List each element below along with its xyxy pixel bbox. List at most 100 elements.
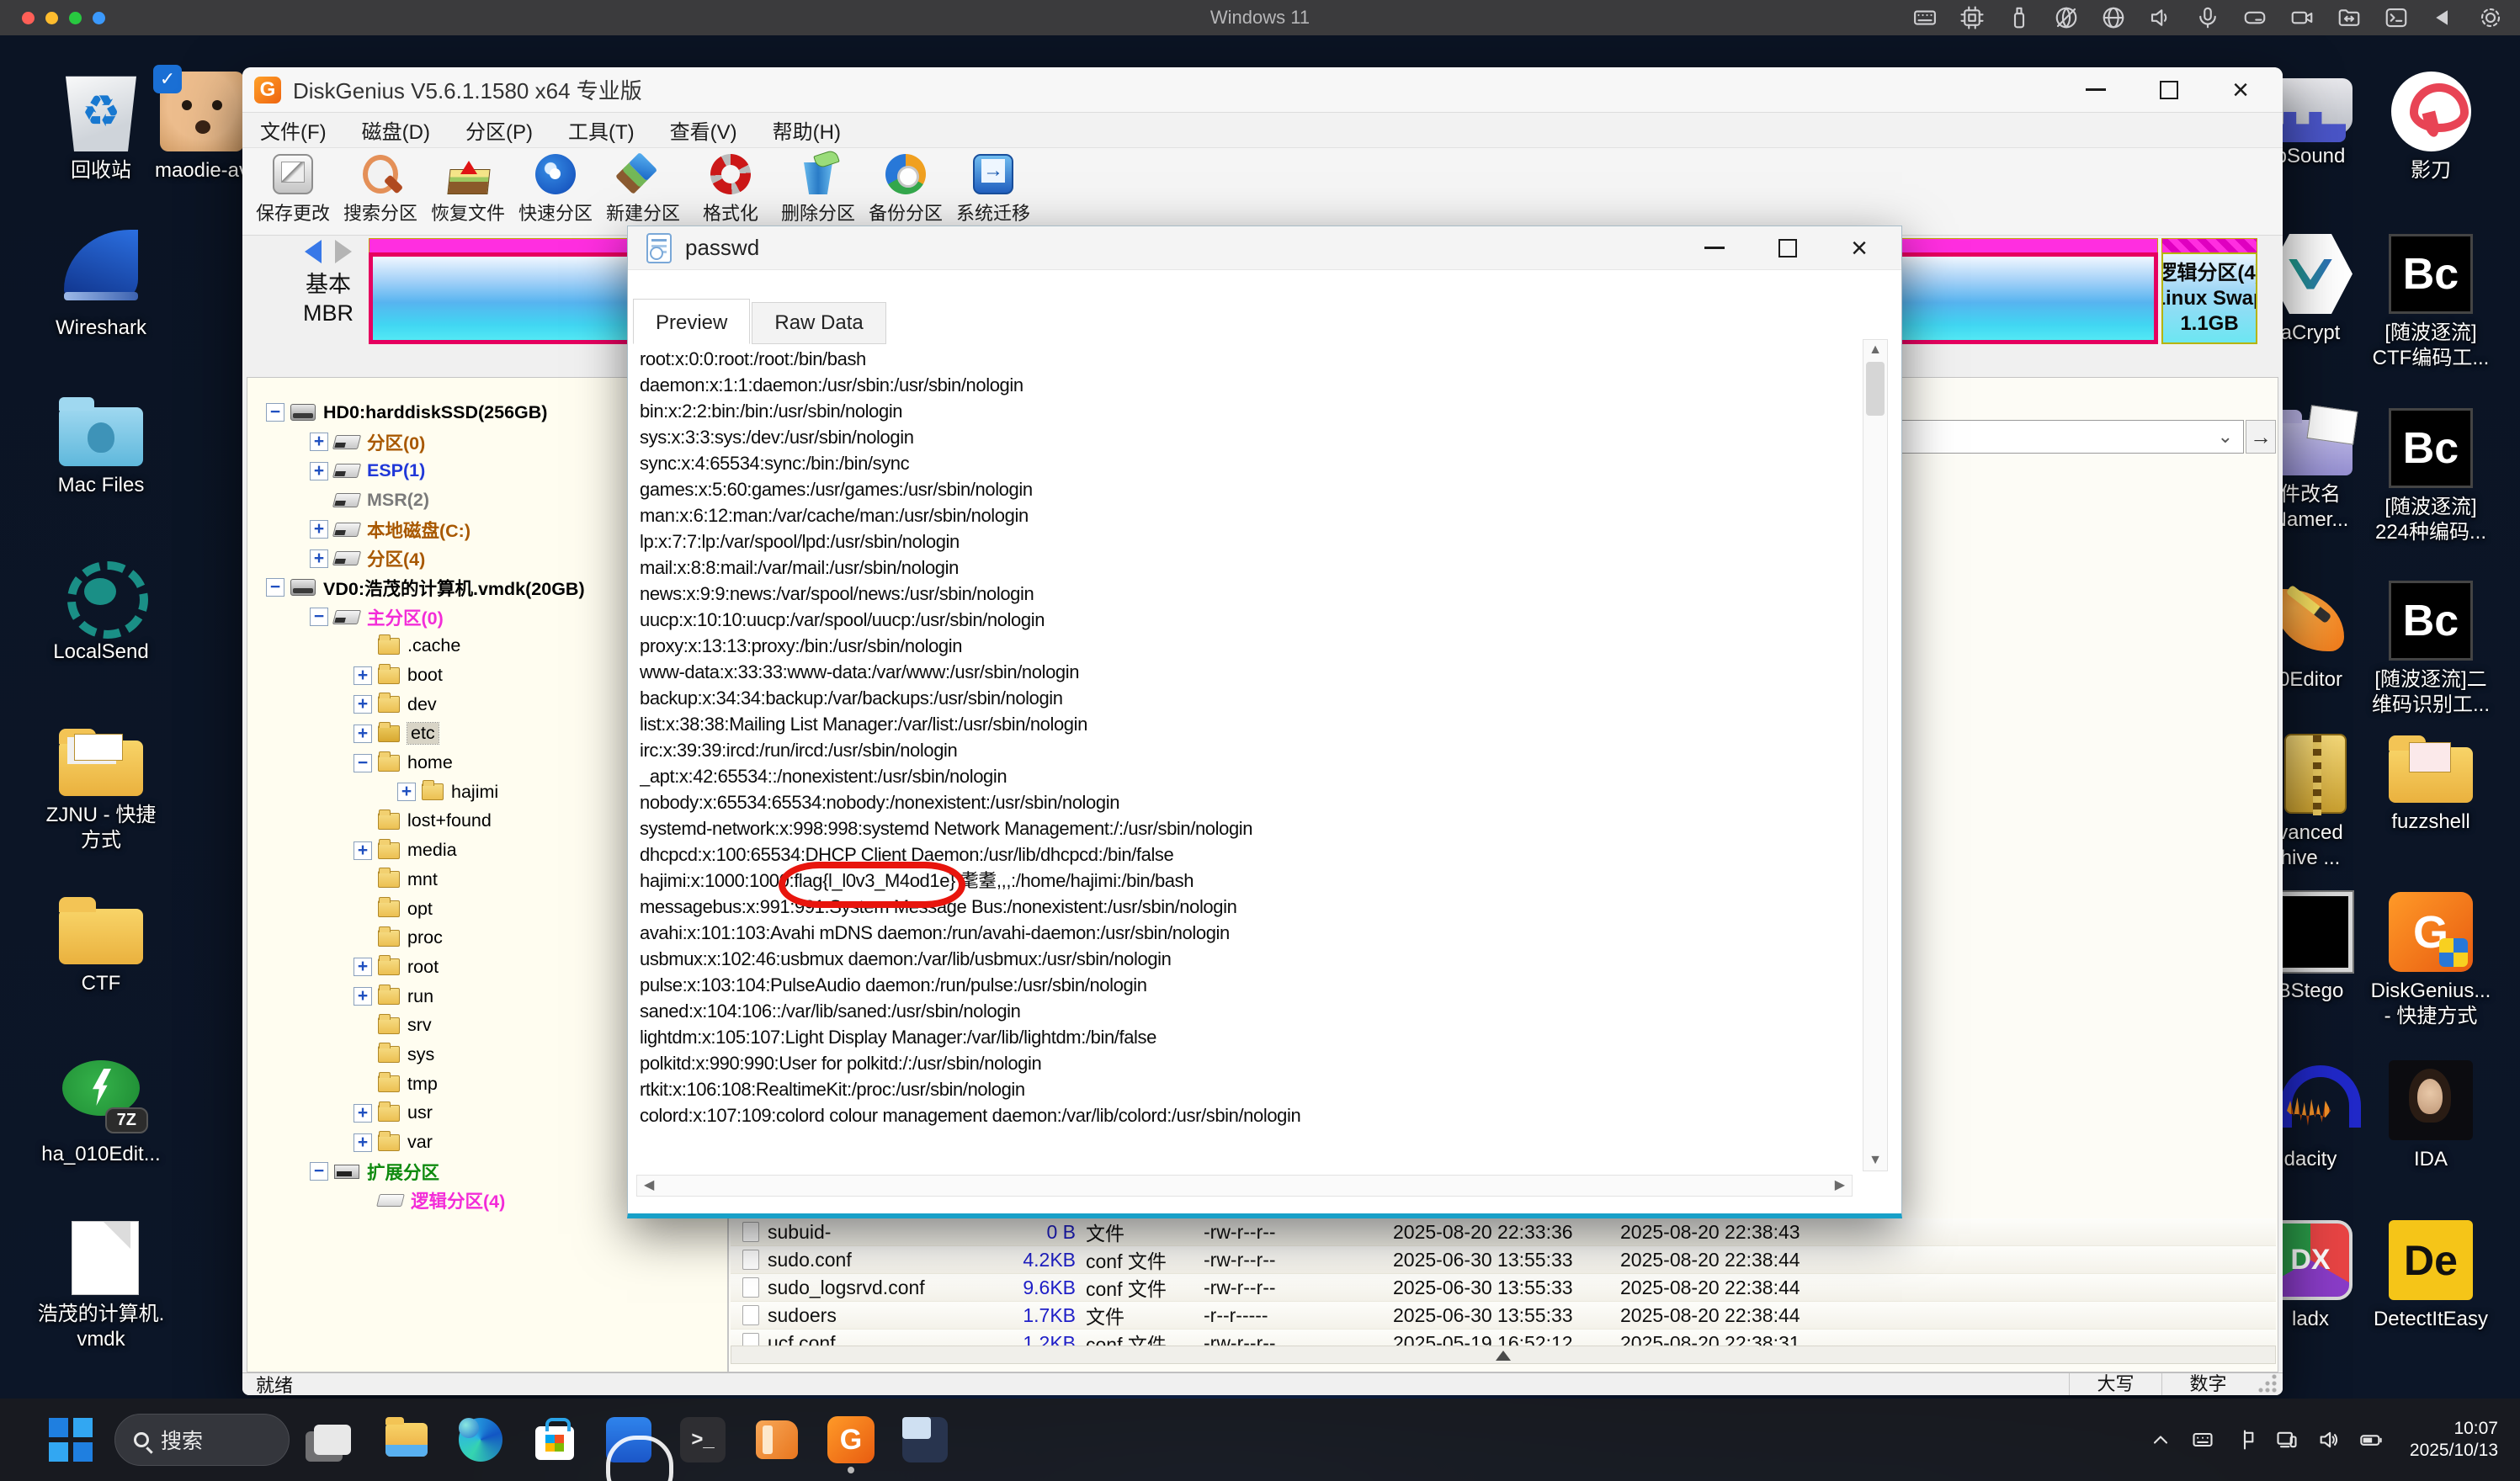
desktop-icon-zjnu[interactable]: ZJNU - 快捷 方式 [34, 727, 168, 853]
desktop-icon-mac-files[interactable]: Mac Files [34, 397, 168, 498]
toolbar-button[interactable]: 删除分区 [774, 148, 862, 235]
taskbar-notes-app[interactable] [751, 1414, 803, 1466]
desktop-icon-diskgenius-shortcut[interactable]: G DiskGenius... - 快捷方式 [2363, 892, 2498, 1029]
scroll-left-icon[interactable]: ◀ [644, 1179, 654, 1192]
taskbar-edge[interactable] [455, 1414, 507, 1466]
toolbar-button[interactable]: 备份分区 [862, 148, 949, 235]
desktop-icon-yingdao[interactable]: 影刀 [2363, 72, 2498, 183]
diskgenius-titlebar[interactable]: G DiskGenius V5.6.1.1580 x64 专业版 × [242, 67, 2283, 113]
expander-icon[interactable] [397, 783, 416, 801]
file-row[interactable]: sudo.conf 4.2KB conf 文件 -rw-r--r-- 2025-… [731, 1246, 2276, 1274]
toolbar-button[interactable]: 恢复文件 [424, 148, 512, 235]
volume-icon[interactable] [2148, 5, 2173, 30]
expander-icon[interactable] [354, 1104, 372, 1123]
toolbar-button[interactable]: 搜索分区 [337, 148, 424, 235]
chevron-down-icon[interactable]: ⌄ [2218, 426, 2233, 448]
tab-raw-data[interactable]: Raw Data [752, 302, 885, 344]
desktop-icon-ida[interactable]: IDA [2363, 1060, 2498, 1172]
file-row[interactable]: sudo_logsrvd.conf 9.6KB conf 文件 -rw-r--r… [731, 1274, 2276, 1302]
menu-item[interactable]: 文件(F) [242, 115, 344, 145]
expander-icon[interactable] [354, 754, 372, 772]
expander-icon[interactable] [310, 1162, 328, 1181]
scrollbar-thumb[interactable] [1866, 362, 1885, 416]
taskbar-terminal[interactable] [677, 1414, 729, 1466]
expander-icon[interactable] [266, 578, 284, 597]
desktop-icon-ha-010edit[interactable]: 7Z ha_010Edit... [34, 1055, 168, 1167]
horizontal-scrollbar[interactable] [731, 1346, 2276, 1364]
taskbar-diskgenius[interactable]: G [825, 1414, 877, 1466]
taskbar-file-explorer[interactable] [380, 1414, 433, 1466]
desktop-icon-224-encodings[interactable]: Bc [随波逐流] 224种编码... [2363, 408, 2498, 545]
scroll-up-icon[interactable]: ▲ [1869, 343, 1882, 357]
expander-icon[interactable] [354, 987, 372, 1006]
minimize-traffic-light[interactable] [45, 12, 58, 24]
toolbar-button[interactable]: 快速分区 [512, 148, 599, 235]
maximize-button[interactable] [1778, 239, 1797, 257]
touch-keyboard-icon[interactable] [2191, 1428, 2214, 1452]
menu-item[interactable]: 磁盘(D) [344, 115, 448, 145]
expander-icon[interactable] [354, 841, 372, 860]
zoom-traffic-light[interactable] [69, 12, 82, 24]
menu-item[interactable]: 查看(V) [652, 115, 755, 145]
scroll-right-icon[interactable]: ▶ [1835, 1179, 1845, 1192]
desktop-icon-vmdk[interactable]: 浩茂的计算机. vmdk [34, 1218, 168, 1352]
volume-icon[interactable] [2317, 1428, 2341, 1452]
usb-icon[interactable] [2007, 5, 2032, 30]
expander-icon[interactable] [310, 433, 328, 451]
tab-preview[interactable]: Preview [633, 299, 750, 344]
window-traffic-lights[interactable] [22, 12, 105, 24]
input-indicator-icon[interactable] [2233, 1428, 2257, 1452]
expander-icon[interactable] [310, 608, 328, 626]
desktop-icon-ctf-encoder[interactable]: Bc [随波逐流] CTF编码工... [2363, 234, 2498, 371]
prev-disk-arrow-icon[interactable] [293, 240, 322, 263]
desktop-icon-localsend[interactable]: LocalSend [34, 553, 168, 665]
minimize-button[interactable] [2086, 88, 2106, 91]
expander-icon[interactable] [354, 695, 372, 714]
expander-icon[interactable] [310, 462, 328, 480]
passwd-titlebar[interactable]: passwd × [628, 226, 1901, 270]
desktop-icon-qrcode-tool[interactable]: Bc [随波逐流]二 维码识别工... [2363, 581, 2498, 718]
taskbar-search[interactable]: 搜索 [114, 1414, 290, 1466]
taskbar-clock[interactable]: 10:07 2025/10/13 [2410, 1418, 2498, 1462]
menu-item[interactable]: 帮助(H) [755, 115, 859, 145]
chevron-up-icon[interactable] [2149, 1428, 2172, 1452]
taskbar-store[interactable] [529, 1414, 581, 1466]
fullscreen-traffic-light[interactable] [93, 12, 105, 24]
toolbar-button[interactable]: 保存更改 [249, 148, 337, 235]
scroll-up-icon[interactable] [1496, 1343, 1511, 1361]
menu-item[interactable]: 分区(P) [448, 115, 550, 145]
camera-icon[interactable] [2289, 5, 2315, 30]
minimize-button[interactable] [1704, 247, 1725, 249]
shared-folder-icon[interactable] [2337, 5, 2362, 30]
toolbar-button[interactable]: 系统迁移 [949, 148, 1037, 235]
battery-icon[interactable] [2359, 1428, 2383, 1452]
expander-icon[interactable] [266, 403, 284, 422]
resize-grip[interactable] [2254, 1373, 2283, 1395]
file-row[interactable]: sudoers 1.7KB 文件 -r--r----- 2025-06-30 1… [731, 1302, 2276, 1330]
toolbar-button[interactable]: 新建分区 [599, 148, 687, 235]
expander-icon[interactable] [310, 549, 328, 568]
next-disk-arrow-icon[interactable] [335, 240, 364, 263]
close-button[interactable]: × [2232, 77, 2249, 103]
desktop-icon-ctf[interactable]: CTF [34, 895, 168, 996]
expander-icon[interactable] [354, 725, 372, 743]
menubar-status-icons[interactable] [1912, 5, 2503, 30]
settings-gear-icon[interactable] [2478, 5, 2503, 30]
expander-icon[interactable] [354, 1133, 372, 1152]
scroll-down-icon[interactable]: ▼ [1869, 1154, 1882, 1167]
partition-block-swap[interactable]: 逻辑分区(4) Linux Swap 1.1GB [2161, 238, 2257, 344]
desktop-icon-fuzzshell[interactable]: fuzzshell [2363, 734, 2498, 835]
detach-icon[interactable] [2431, 5, 2456, 30]
desktop-icon-wireshark[interactable]: Wireshark [34, 229, 168, 341]
microphone-icon[interactable] [2195, 5, 2220, 30]
globe-icon[interactable] [2101, 5, 2126, 30]
keyboard-icon[interactable] [1912, 5, 1938, 30]
drive-icon[interactable] [2242, 5, 2267, 30]
display-cast-icon[interactable] [2275, 1428, 2299, 1452]
close-button[interactable]: × [1851, 236, 1868, 261]
go-button[interactable]: → [2246, 420, 2276, 454]
close-traffic-light[interactable] [22, 12, 35, 24]
vertical-scrollbar[interactable]: ▲ ▼ [1863, 339, 1888, 1171]
horizontal-scrollbar[interactable]: ◀ ▶ [636, 1175, 1853, 1197]
expander-icon[interactable] [310, 520, 328, 539]
